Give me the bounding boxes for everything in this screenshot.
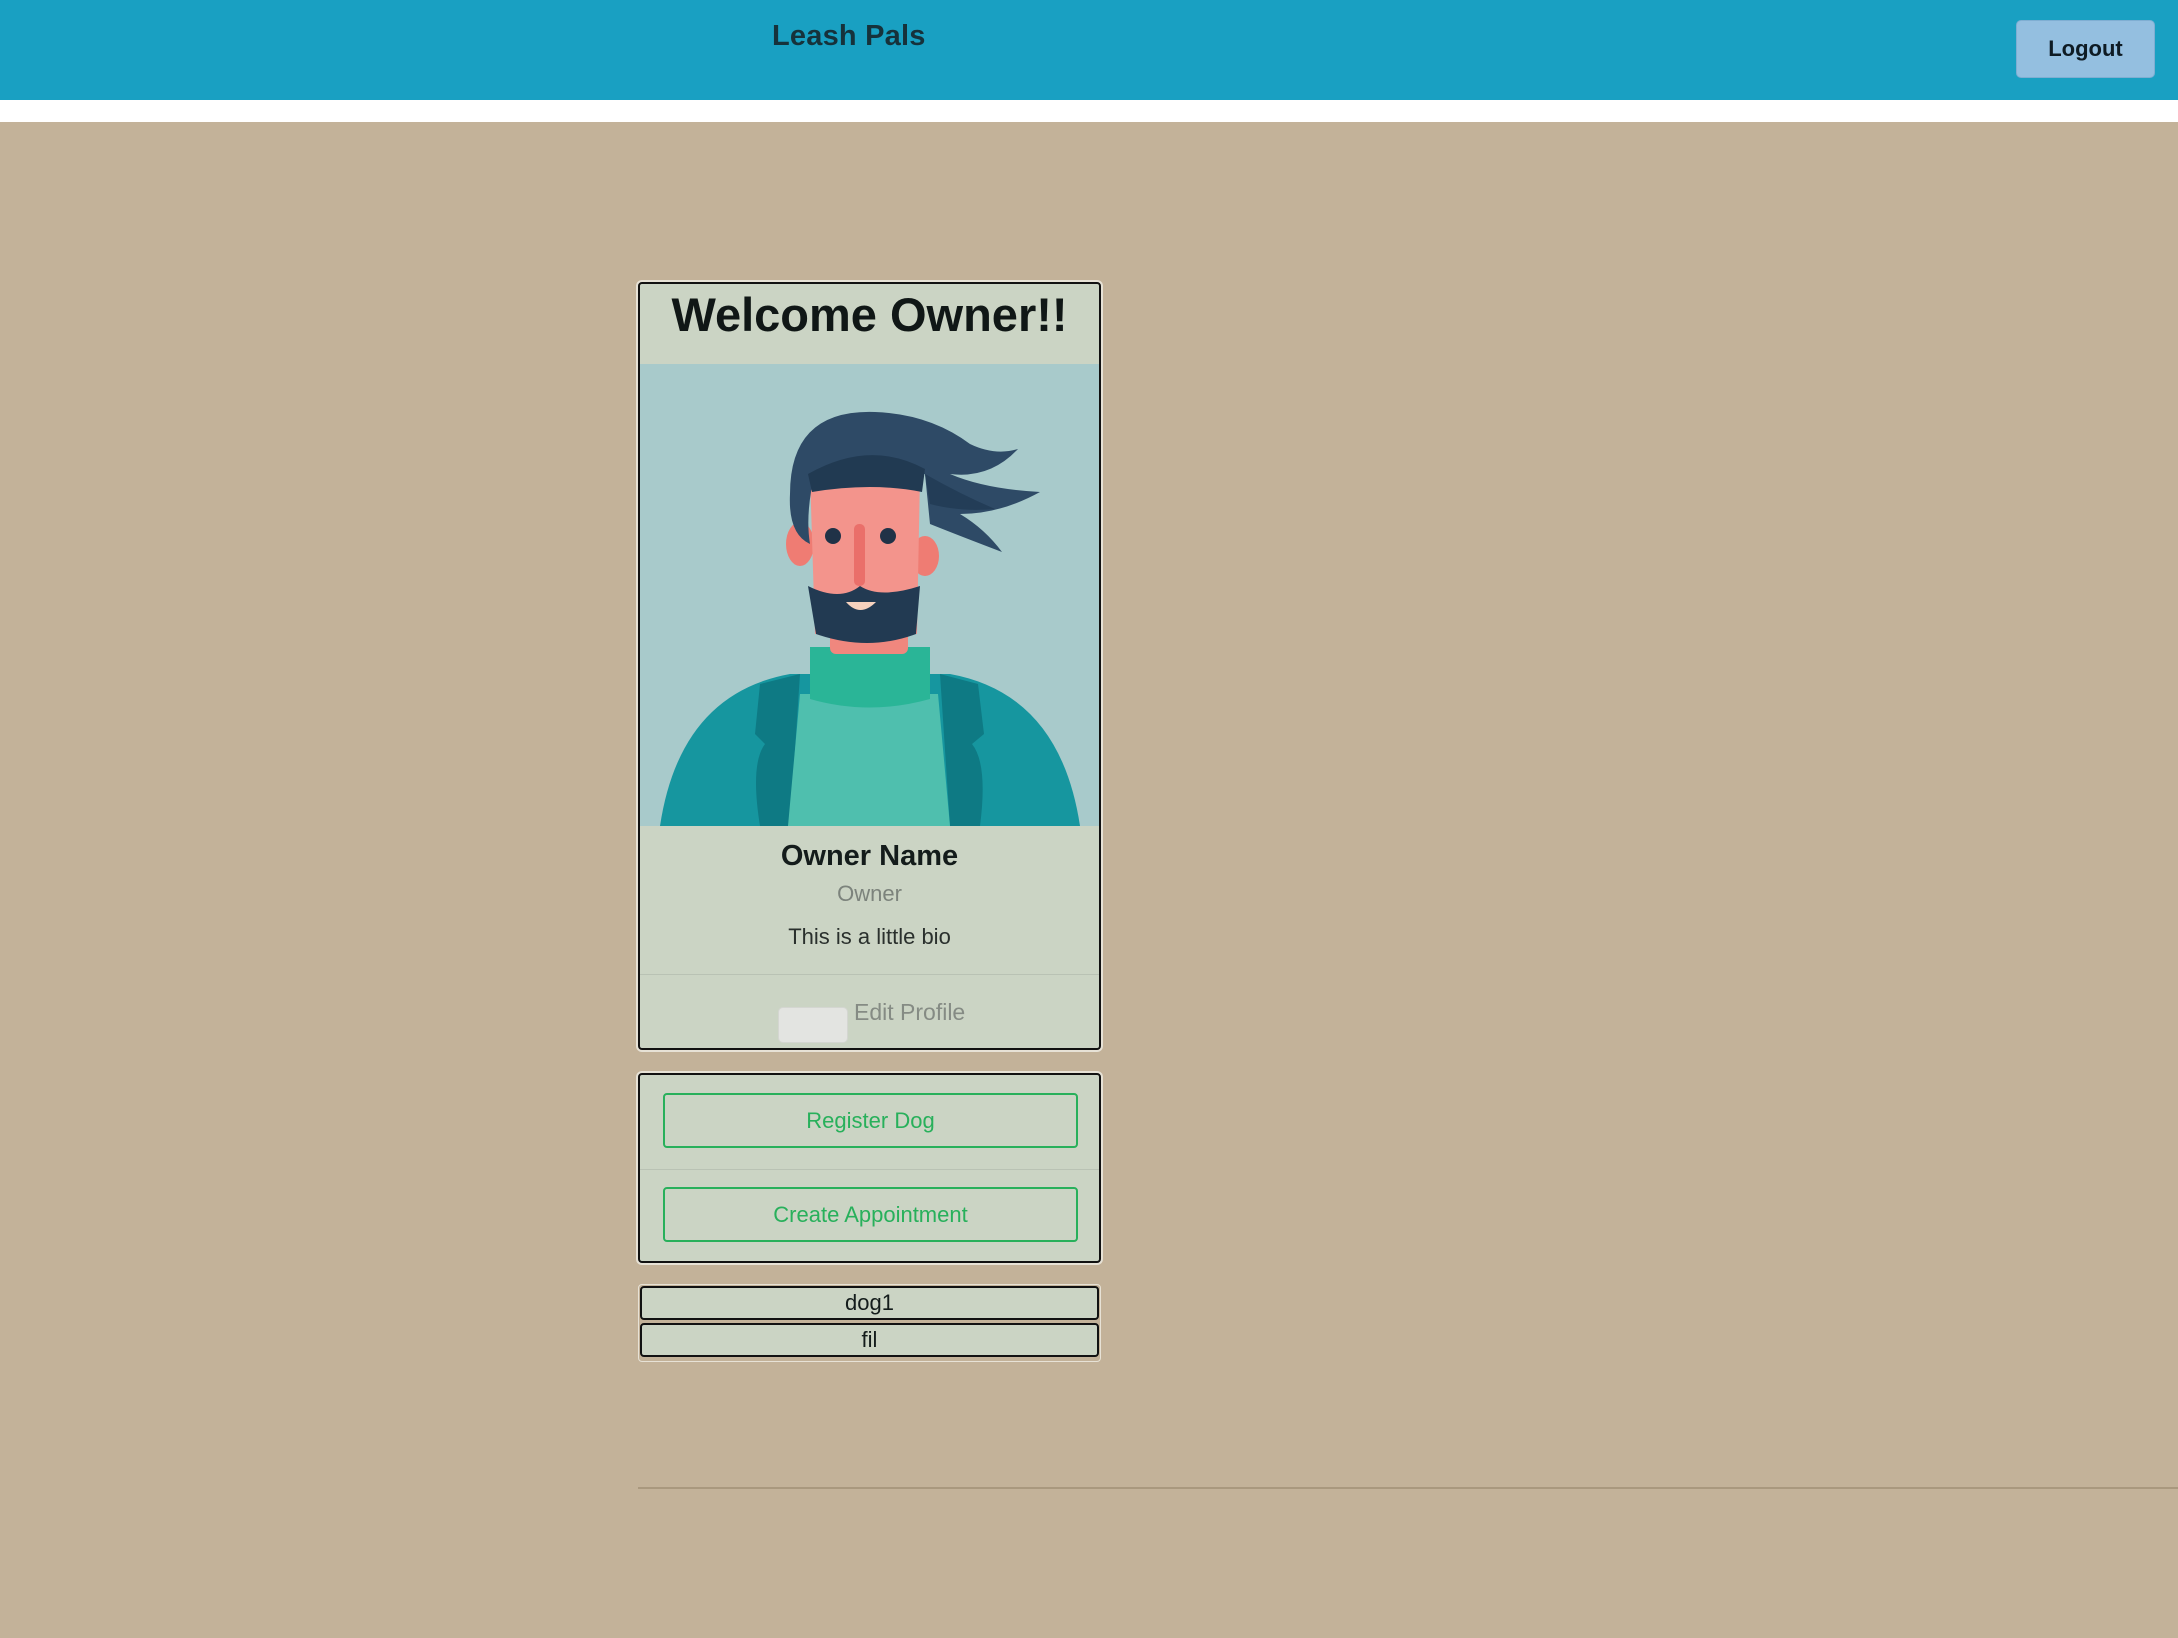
profile-avatar [640, 364, 1099, 826]
top-navbar: Leash Pals Logout [0, 0, 2178, 100]
register-dog-button[interactable]: Register Dog [663, 1093, 1078, 1148]
footer-divider [638, 1487, 2178, 1489]
welcome-heading: Welcome Owner!! [671, 288, 1068, 341]
create-appointment-button[interactable]: Create Appointment [663, 1187, 1078, 1242]
logout-button[interactable]: Logout [2016, 20, 2155, 78]
dog-list-item[interactable]: dog1 [640, 1286, 1099, 1320]
dog-list-item[interactable]: fil [640, 1323, 1099, 1357]
brand-title[interactable]: Leash Pals [772, 20, 926, 53]
dog-list: dog1 fil [638, 1284, 1101, 1362]
owner-role: Owner [837, 881, 902, 906]
profile-card: Welcome Owner!! Owner Name Owner This is… [638, 282, 1101, 1050]
owner-name: Owner Name [780, 840, 959, 872]
edit-profile-control: Edit Profile [778, 997, 965, 1043]
bearded-man-avatar-icon [640, 364, 1099, 826]
owner-bio: This is a little bio [788, 924, 951, 949]
edit-profile-link[interactable]: Edit Profile [854, 997, 965, 1026]
actions-divider [640, 1169, 1099, 1170]
header-divider-strip [0, 100, 2178, 122]
card-divider [640, 974, 1099, 975]
actions-card: Register Dog Create Appointment [638, 1073, 1101, 1263]
edit-profile-toggle[interactable] [778, 1007, 848, 1043]
